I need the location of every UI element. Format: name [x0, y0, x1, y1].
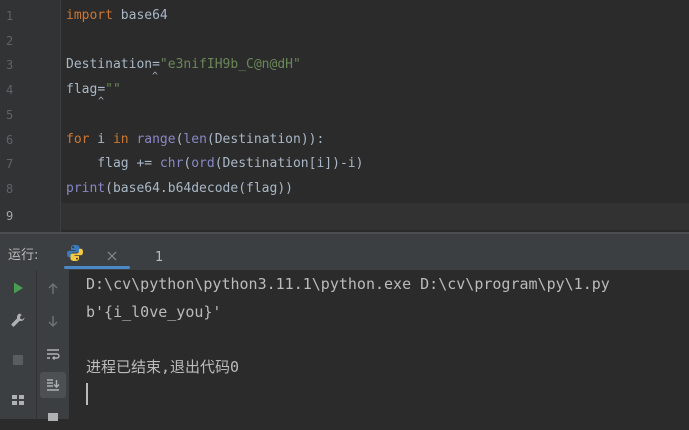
run-label: 运行:: [8, 248, 39, 263]
layout-button[interactable]: [5, 387, 31, 413]
arrow-down-icon: [48, 316, 58, 328]
line-number: 4: [6, 83, 14, 98]
run-tool-window-header: 运行: 1: [0, 234, 689, 270]
code-token: (base64.b64decode(flag)): [105, 180, 293, 196]
line-number: 2: [6, 33, 14, 48]
line-number: 7: [6, 157, 14, 172]
code-token: "e3nifIH9b_C@n@dH": [159, 57, 301, 73]
code-token: base64: [112, 8, 168, 23]
code-token: print: [66, 180, 106, 196]
code-token: chr: [159, 156, 184, 172]
code-token: in: [112, 131, 129, 147]
run-toolbar-secondary: [36, 270, 69, 421]
stop-button[interactable]: [5, 347, 31, 373]
code-line: for i in range(len(Destination)):: [66, 128, 324, 153]
code-token: len: [183, 131, 207, 147]
code-token: (Destination[i])-i): [214, 156, 364, 172]
settings-button[interactable]: [5, 307, 31, 333]
text-caret: [86, 383, 88, 405]
line-number: 6: [6, 132, 14, 147]
code-token: flag: [66, 82, 98, 98]
run-tab[interactable]: 1: [64, 238, 163, 268]
console-output[interactable]: D:\cv\python\python3.11.1\python.exe D:\…: [86, 270, 689, 419]
stop-icon: [13, 355, 23, 365]
code-token: for: [66, 131, 90, 147]
code-editor[interactable]: 1 2 3 4 5 6 7 8 9 import base64 Destinati…: [0, 0, 689, 232]
soft-wrap-icon: [47, 349, 60, 360]
code-token: ord: [191, 156, 215, 172]
code-line: print(base64.b64decode(flag)): [66, 177, 293, 202]
code-token: "": [105, 82, 121, 98]
soft-wrap-button[interactable]: [40, 342, 66, 368]
code-token: (Destination)):: [206, 131, 325, 147]
code-token: Destination: [66, 57, 153, 73]
line-number-gutter: 1 2 3 4 5 6 7 8 9: [0, 0, 60, 232]
run-tab-label: 1: [155, 250, 164, 265]
console-line-exit: 进程已结束,退出代码0: [86, 358, 240, 376]
scroll-down-button[interactable]: [40, 308, 66, 334]
scroll-to-end-icon: [47, 379, 60, 391]
code-line: flag += chr(ord(Destination[i])-i): [66, 152, 363, 177]
code-token: flag +=: [66, 156, 160, 172]
print-icon: [48, 413, 58, 421]
console-line-output: b'{i_l0ve_you}': [86, 303, 222, 321]
line-number-current: 9: [6, 208, 14, 223]
active-tab-indicator: [64, 266, 130, 269]
python-icon: [66, 244, 84, 266]
console-line-command: D:\cv\python\python3.11.1\python.exe D:\…: [86, 275, 610, 293]
layout-icon: [12, 395, 24, 405]
warning-squiggle: ^: [152, 71, 159, 82]
run-toolbar-primary: [0, 270, 36, 419]
line-number: 1: [6, 9, 14, 23]
code-line: flag="": [66, 78, 121, 103]
scroll-to-end-button[interactable]: [40, 372, 66, 398]
code-line: Destination="e3nifIH9b_C@n@dH": [66, 53, 301, 78]
gutter-separator: [60, 0, 61, 232]
arrow-up-icon: [48, 282, 58, 294]
current-line-highlight: [61, 203, 689, 230]
scroll-up-button[interactable]: [40, 276, 66, 302]
line-number: 5: [6, 107, 14, 122]
code-token: import: [66, 8, 113, 23]
code-token: =: [97, 82, 106, 98]
code-token: i: [89, 131, 113, 147]
line-number: 3: [6, 58, 14, 73]
warning-squiggle: ^: [98, 96, 105, 107]
play-icon: [14, 282, 23, 294]
code-line: import base64: [66, 4, 168, 29]
close-icon[interactable]: [106, 247, 118, 266]
print-button[interactable]: [40, 404, 66, 430]
code-token: range: [136, 131, 176, 147]
rerun-button[interactable]: [5, 275, 31, 301]
wrench-icon: [11, 313, 25, 327]
line-number: 8: [6, 181, 14, 196]
